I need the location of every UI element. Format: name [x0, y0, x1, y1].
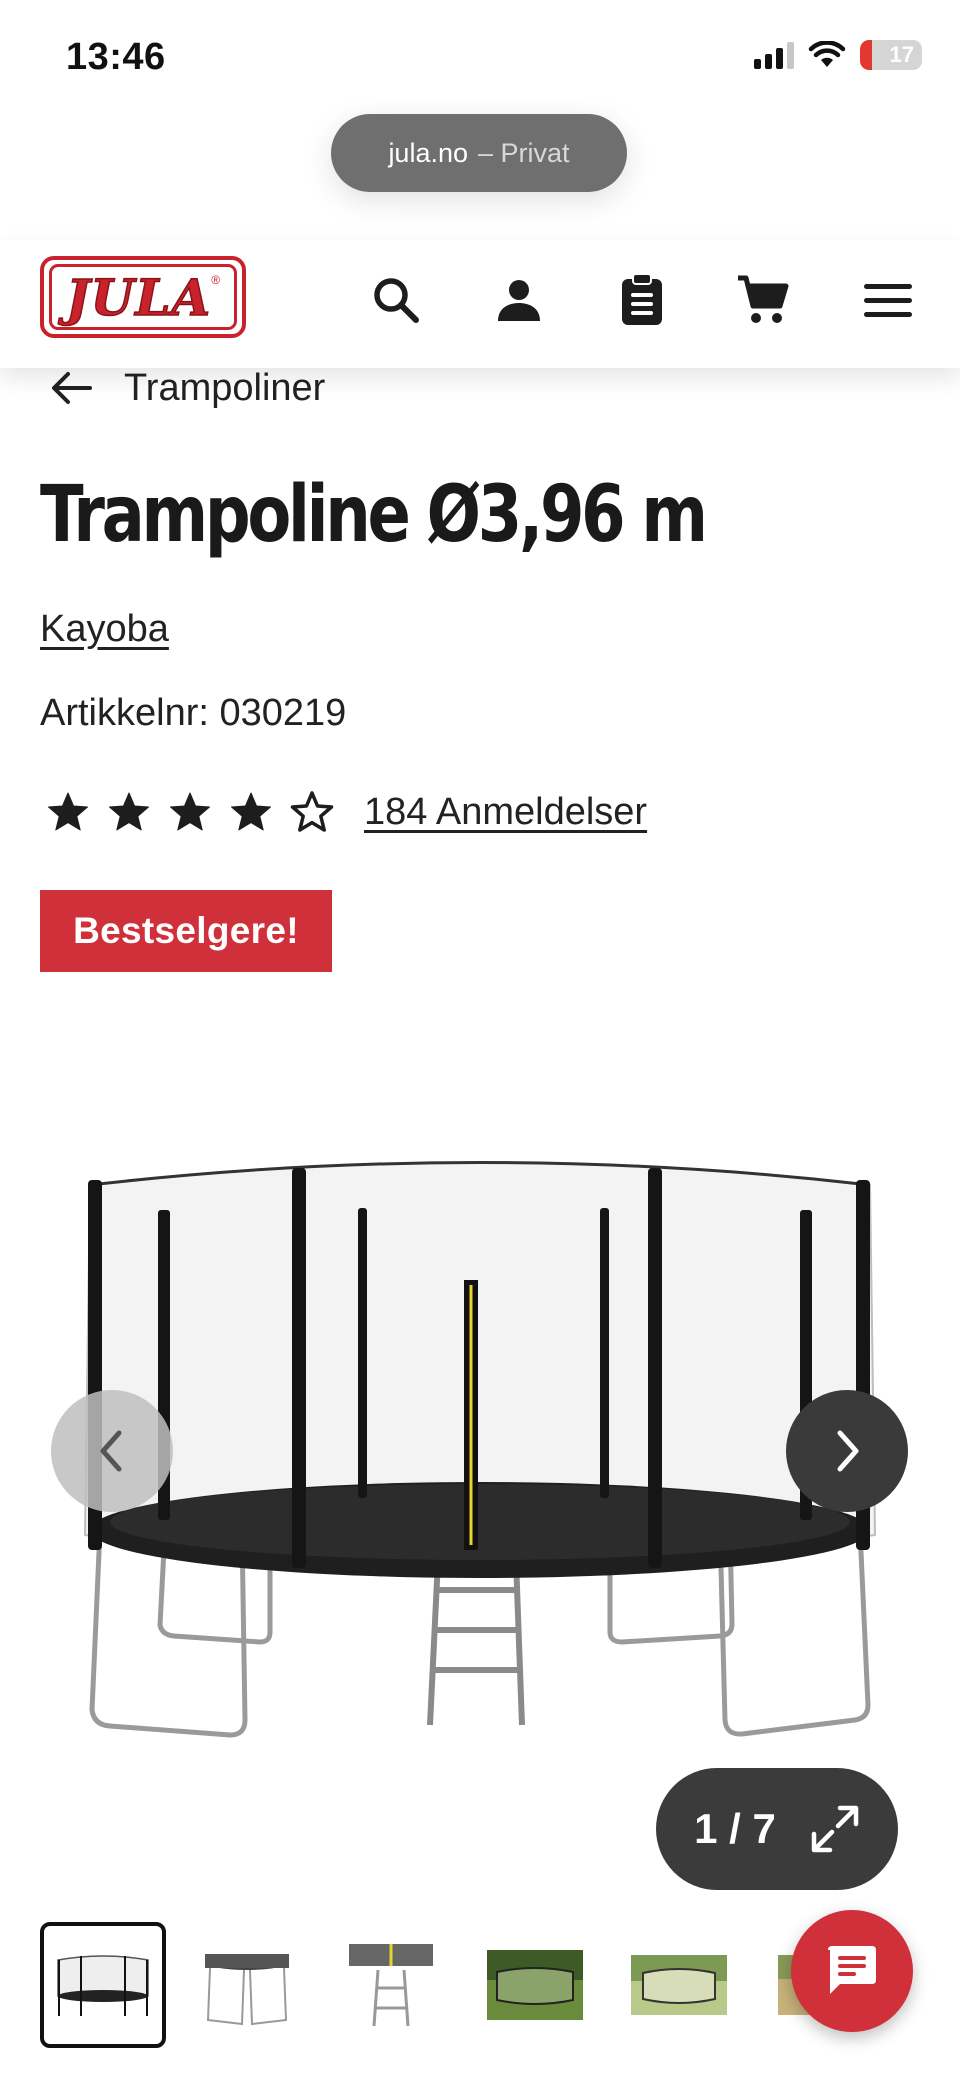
gallery-next-button[interactable]	[786, 1390, 908, 1512]
gallery-counter-button[interactable]: 1 / 7	[656, 1768, 898, 1890]
site-header: JULA ®	[0, 240, 960, 368]
star-filled-icon	[109, 792, 149, 831]
battery-icon: 17	[860, 40, 922, 70]
reviews-link[interactable]: 184 Anmeldelser	[364, 791, 647, 834]
chat-button[interactable]	[791, 1910, 913, 2032]
product-image[interactable]	[70, 1150, 890, 1750]
star-filled-icon	[170, 792, 210, 831]
chevron-left-icon	[100, 1430, 122, 1472]
status-bar: 13:46 17	[0, 0, 960, 110]
brand-link[interactable]: Kayoba	[40, 608, 169, 651]
search-button[interactable]	[366, 270, 426, 330]
thumbnail-3[interactable]	[328, 1922, 454, 2048]
bestseller-badge: Bestselgere!	[40, 890, 332, 972]
thumbnail-4[interactable]	[472, 1922, 598, 2048]
chevron-right-icon	[837, 1430, 859, 1472]
star-filled-icon	[231, 792, 271, 831]
thumbnail-1[interactable]	[40, 1922, 166, 2048]
star-rating	[46, 790, 334, 834]
thumbnail-image	[349, 1944, 433, 2027]
gallery-counter: 1 / 7	[694, 1805, 776, 1852]
rating-row: 184 Anmeldelser	[46, 790, 647, 834]
star-empty-icon	[290, 791, 334, 832]
logo-inner: JULA ®	[49, 264, 237, 330]
cart-icon	[738, 275, 789, 323]
thumbnail-image	[631, 1955, 727, 2015]
logo-registered-mark: ®	[211, 273, 221, 287]
breadcrumb-label: Trampoliner	[124, 366, 326, 409]
thumbnail-2[interactable]	[184, 1922, 310, 2048]
account-button[interactable]	[489, 270, 549, 330]
battery-level: 17	[889, 42, 914, 67]
shopping-list-button[interactable]	[612, 270, 672, 330]
menu-icon	[864, 284, 912, 317]
arrow-left-icon	[52, 372, 92, 404]
search-icon	[374, 278, 419, 323]
thumbnail-5[interactable]	[616, 1922, 742, 2048]
star-filled-icon	[48, 792, 88, 831]
product-title: Trampoline Ø3,96 m	[40, 470, 708, 560]
logo-text: JULA	[65, 267, 212, 328]
status-icons: 17	[754, 40, 922, 70]
signal-icon	[754, 41, 794, 69]
url-bar[interactable]: jula.no – Privat	[331, 114, 627, 192]
article-number: Artikkelnr: 030219	[40, 692, 347, 734]
jula-logo[interactable]: JULA ®	[40, 256, 246, 338]
gallery-prev-button[interactable]	[51, 1390, 173, 1512]
menu-button[interactable]	[858, 270, 918, 330]
url-domain: jula.no	[388, 137, 469, 168]
expand-icon	[811, 1805, 859, 1853]
wifi-icon	[808, 41, 846, 67]
status-time: 13:46	[66, 36, 166, 78]
account-icon	[498, 280, 540, 321]
cart-button[interactable]	[733, 270, 793, 330]
chat-icon	[828, 1946, 876, 1994]
thumbnail-image	[205, 1954, 289, 2026]
browsing-mode: – Privat	[478, 137, 570, 168]
thumbnail-image	[487, 1950, 583, 2020]
thumbnail-image	[57, 1955, 149, 2016]
shopping-list-icon	[622, 273, 662, 325]
breadcrumb-back[interactable]: Trampoliner	[50, 360, 325, 416]
